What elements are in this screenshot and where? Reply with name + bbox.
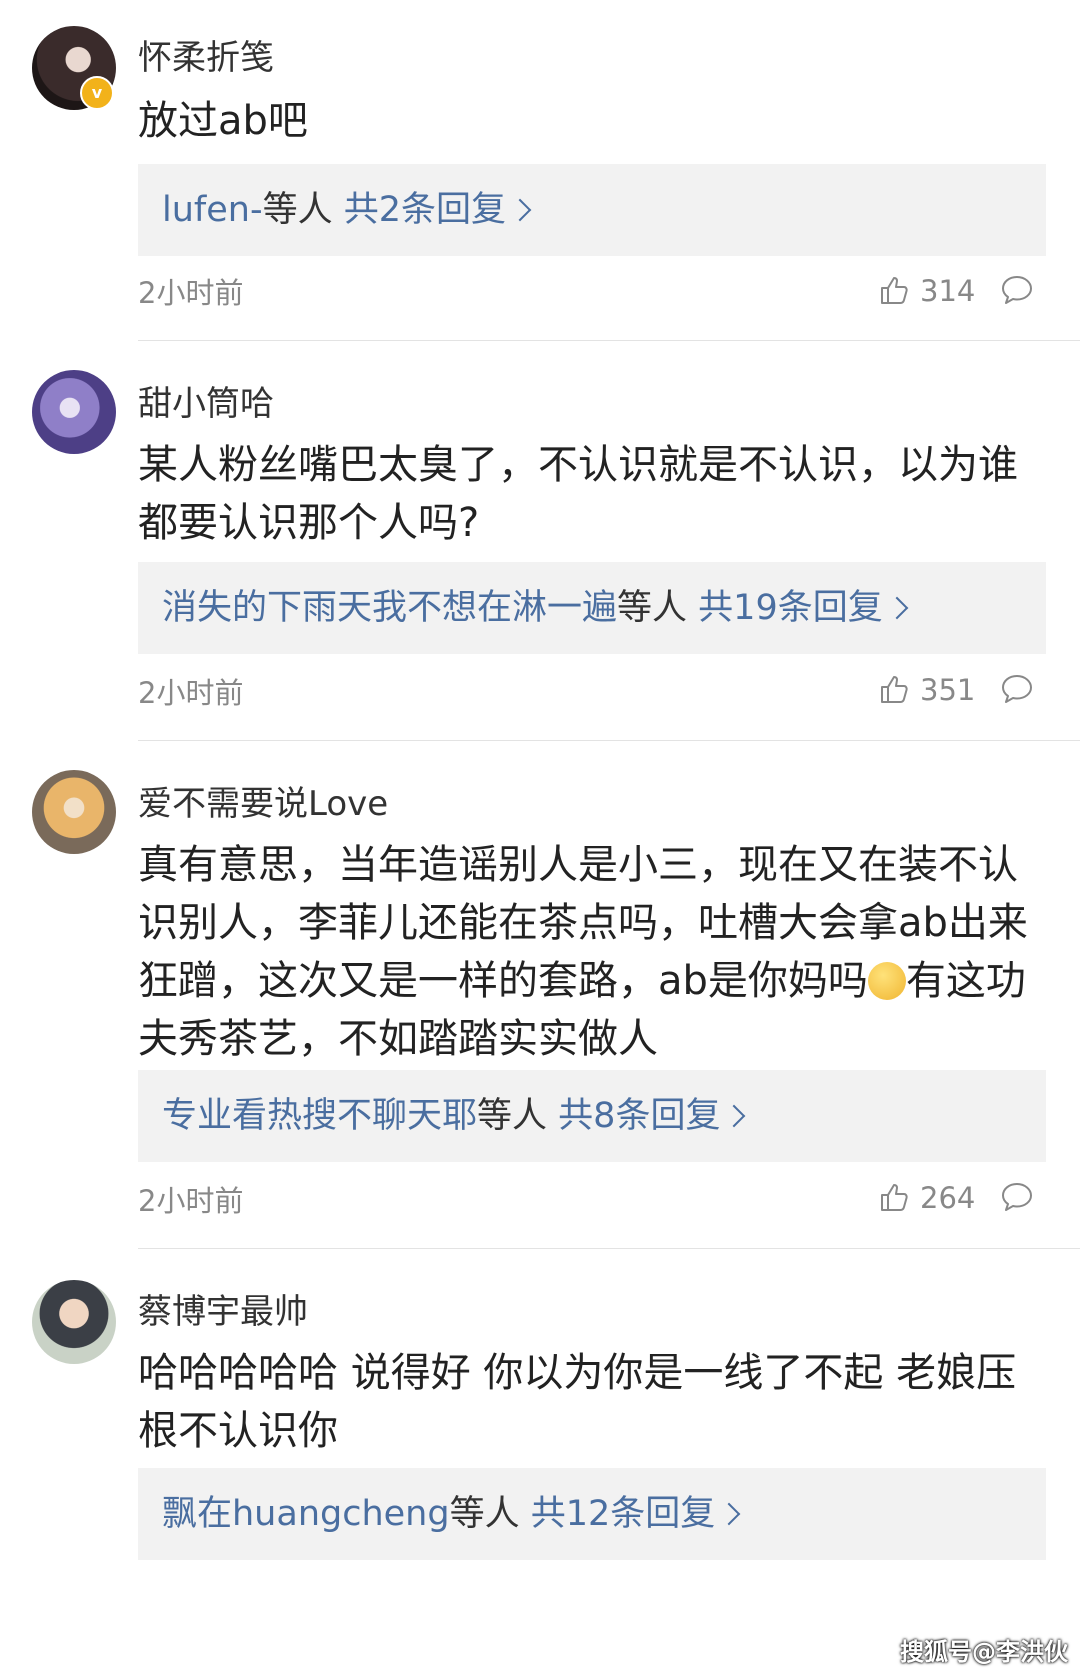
comment-bubble-icon[interactable] <box>1000 673 1034 705</box>
avatar[interactable] <box>32 370 116 454</box>
reply-users[interactable]: 消失的下雨天我不想在淋一遍 <box>162 588 617 628</box>
comment-bubble-icon[interactable] <box>1000 274 1034 306</box>
reply-users[interactable]: lufen- <box>162 190 263 230</box>
like-count: 314 <box>920 274 976 308</box>
thumbs-up-icon[interactable] <box>878 673 910 705</box>
reply-count-link[interactable]: 共2条回复 <box>344 190 506 230</box>
username[interactable]: 蔡博宇最帅 <box>138 1284 308 1333</box>
comment-text: 放过ab吧 <box>138 98 308 144</box>
replies-preview[interactable]: 消失的下雨天我不想在淋一遍等人 共19条回复 <box>138 562 1046 654</box>
watermark: 搜狐号@李洪伙 <box>900 1638 1068 1666</box>
divider <box>138 740 1080 741</box>
reply-users[interactable]: 专业看热搜不聊天耶 <box>162 1096 477 1136</box>
chevron-right-icon <box>723 1104 746 1128</box>
username[interactable]: 甜小筒哈 <box>138 376 274 425</box>
chevron-right-icon <box>717 1502 741 1526</box>
divider <box>138 340 1080 341</box>
username[interactable]: 爱不需要说Love <box>138 776 388 825</box>
like-count: 264 <box>920 1181 976 1215</box>
verified-badge-icon: v <box>80 76 114 110</box>
thumbs-up-icon[interactable] <box>878 274 910 306</box>
reply-mid: 等人 <box>449 1494 520 1534</box>
chevron-right-icon <box>885 596 909 620</box>
reply-mid: 等人 <box>617 588 688 628</box>
reply-count-link[interactable]: 共12条回复 <box>531 1494 716 1534</box>
comment-text: 真有意思，当年造谣别人是小三，现在又在装不认识别人，李菲儿还能在茶点吗，吐槽大会… <box>138 836 1048 1068</box>
replies-preview[interactable]: lufen-等人 共2条回复 <box>138 164 1046 256</box>
comment-bubble-icon[interactable] <box>1000 1181 1034 1213</box>
timestamp: 2小时前 <box>138 1184 244 1218</box>
reply-mid: 等人 <box>477 1096 548 1136</box>
comment-text: 哈哈哈哈哈 说得好 你以为你是一线了不起 老娘压根不认识你 <box>138 1350 1017 1454</box>
divider <box>138 1248 1080 1249</box>
reply-count-link[interactable]: 共19条回复 <box>698 588 883 628</box>
thinking-face-emoji <box>867 962 906 1000</box>
replies-preview[interactable]: 专业看热搜不聊天耶等人 共8条回复 <box>138 1070 1046 1162</box>
comment-text: 某人粉丝嘴巴太臭了，不认识就是不认识，以为谁都要认识那个人吗? <box>138 442 1018 546</box>
thumbs-up-icon[interactable] <box>878 1181 910 1213</box>
username[interactable]: 怀柔折笺 <box>138 30 274 79</box>
timestamp: 2小时前 <box>138 676 244 710</box>
chevron-right-icon <box>508 198 532 222</box>
reply-mid: 等人 <box>262 190 333 230</box>
reply-users[interactable]: 飘在huangcheng <box>162 1494 450 1534</box>
avatar[interactable] <box>32 1280 116 1364</box>
timestamp: 2小时前 <box>138 276 244 310</box>
avatar[interactable] <box>32 770 116 854</box>
reply-count-link[interactable]: 共8条回复 <box>558 1096 720 1136</box>
replies-preview[interactable]: 飘在huangcheng等人 共12条回复 <box>138 1468 1046 1560</box>
like-count: 351 <box>920 673 976 707</box>
